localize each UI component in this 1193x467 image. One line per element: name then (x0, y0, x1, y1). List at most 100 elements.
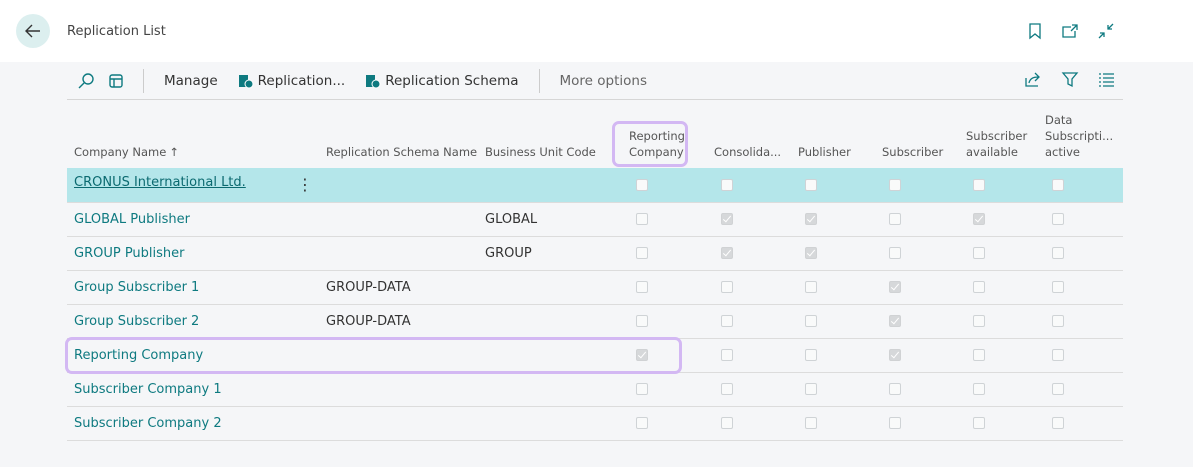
checkbox[interactable] (1052, 383, 1064, 395)
checkbox[interactable] (636, 383, 648, 395)
checkbox[interactable] (636, 315, 648, 327)
checkbox[interactable] (805, 417, 817, 429)
column-header-label: Subscriber available (966, 129, 1028, 159)
sort-ascending-icon[interactable]: ↑ (169, 145, 179, 159)
checkbox[interactable] (721, 247, 733, 259)
checkbox[interactable] (721, 417, 733, 429)
column-header[interactable]: Business Unit Code (478, 112, 617, 168)
company-name-link[interactable]: Subscriber Company 1 (74, 382, 222, 397)
manage-label: Manage (164, 72, 218, 89)
checkbox[interactable] (973, 281, 985, 293)
edit-list-icon[interactable] (107, 72, 125, 90)
company-name-link[interactable]: Group Subscriber 1 (74, 280, 199, 295)
page-header: Replication List (0, 0, 1193, 62)
checkbox[interactable] (721, 349, 733, 361)
checkbox[interactable] (1052, 281, 1064, 293)
checkbox[interactable] (889, 417, 901, 429)
checkbox[interactable] (973, 383, 985, 395)
replication-button[interactable]: Replication... (238, 73, 345, 89)
filter-icon[interactable] (1061, 70, 1079, 88)
checkbox[interactable] (805, 281, 817, 293)
checkbox[interactable] (805, 247, 817, 259)
checkbox[interactable] (1052, 247, 1064, 259)
table-row[interactable]: Group Subscriber 2 GROUP-DATA (67, 304, 1123, 339)
checkbox-cell (786, 236, 870, 271)
back-button[interactable] (16, 14, 50, 48)
checkbox[interactable] (636, 213, 648, 225)
table-row[interactable]: Subscriber Company 1 (67, 372, 1123, 407)
checkbox[interactable] (973, 349, 985, 361)
column-header[interactable]: Subscriber (870, 112, 954, 168)
company-name-cell: GROUP Publisher (67, 236, 319, 271)
checkbox[interactable] (973, 247, 985, 259)
column-header[interactable]: Consolida... (702, 112, 786, 168)
checkbox[interactable] (636, 247, 648, 259)
checkbox[interactable] (889, 213, 901, 225)
checkbox[interactable] (721, 315, 733, 327)
checkbox[interactable] (805, 213, 817, 225)
checkbox[interactable] (889, 281, 901, 293)
checkbox[interactable] (1052, 178, 1064, 191)
checkbox-cell (786, 270, 870, 305)
checkbox[interactable] (1052, 417, 1064, 429)
company-name-link[interactable]: Subscriber Company 2 (74, 416, 222, 431)
checkbox[interactable] (721, 383, 733, 395)
checkbox[interactable] (636, 417, 648, 429)
checkbox[interactable] (889, 247, 901, 259)
more-options-button[interactable]: More options (560, 73, 647, 89)
column-header[interactable]: Data Subscripti... active (1038, 112, 1123, 168)
checkbox[interactable] (973, 417, 985, 429)
checkbox-cell (617, 406, 702, 441)
column-header[interactable]: Subscriber available (954, 112, 1038, 168)
checkbox[interactable] (973, 315, 985, 327)
company-name-link[interactable]: GLOBAL Publisher (74, 212, 190, 227)
checkbox[interactable] (973, 178, 985, 191)
checkbox[interactable] (805, 178, 817, 191)
checkbox-cell (870, 236, 954, 271)
checkbox[interactable] (805, 349, 817, 361)
column-header[interactable]: Replication Schema Name (319, 112, 478, 168)
checkbox[interactable] (636, 178, 648, 191)
checkbox[interactable] (889, 383, 901, 395)
checkbox[interactable] (805, 315, 817, 327)
checkbox[interactable] (973, 213, 985, 225)
bookmark-icon[interactable] (1026, 22, 1044, 40)
schema-name-cell (319, 202, 478, 237)
checkbox[interactable] (889, 349, 901, 361)
open-new-window-icon[interactable] (1061, 22, 1079, 40)
checkbox-cell (702, 168, 786, 203)
table-row[interactable]: CRONUS International Ltd. ⋮ (67, 168, 1123, 203)
checkbox-cell (954, 304, 1038, 339)
list-view-icon[interactable] (1097, 70, 1115, 88)
checkbox[interactable] (721, 178, 733, 191)
replication-schema-button[interactable]: Replication Schema (365, 73, 519, 89)
share-icon[interactable] (1024, 70, 1042, 88)
checkbox[interactable] (889, 178, 901, 191)
checkbox[interactable] (721, 213, 733, 225)
checkbox-cell (702, 372, 786, 407)
company-name-link[interactable]: Group Subscriber 2 (74, 314, 199, 329)
company-name-link[interactable]: CRONUS International Ltd. (74, 175, 246, 190)
checkbox[interactable] (1052, 213, 1064, 225)
search-icon[interactable] (77, 72, 95, 90)
checkbox[interactable] (805, 383, 817, 395)
column-header-label: Business Unit Code (485, 145, 596, 159)
divider (143, 68, 144, 93)
checkbox-cell (870, 372, 954, 407)
checkbox[interactable] (1052, 315, 1064, 327)
table-row[interactable]: Subscriber Company 2 (67, 406, 1123, 441)
checkbox[interactable] (721, 281, 733, 293)
checkbox[interactable] (889, 315, 901, 327)
checkbox-cell (786, 168, 870, 203)
manage-button[interactable]: Manage (164, 73, 218, 89)
table-row[interactable]: Group Subscriber 1 GROUP-DATA (67, 270, 1123, 305)
checkbox[interactable] (636, 281, 648, 293)
table-row[interactable]: GLOBAL Publisher GLOBAL (67, 202, 1123, 237)
checkbox[interactable] (1052, 349, 1064, 361)
column-header[interactable]: Company Name ↑ (67, 112, 319, 168)
table-row[interactable]: GROUP Publisher GROUP (67, 236, 1123, 271)
more-actions-icon[interactable]: ⋮ (297, 175, 313, 194)
company-name-link[interactable]: GROUP Publisher (74, 246, 185, 261)
collapse-icon[interactable] (1097, 22, 1115, 40)
column-header[interactable]: Publisher (786, 112, 870, 168)
